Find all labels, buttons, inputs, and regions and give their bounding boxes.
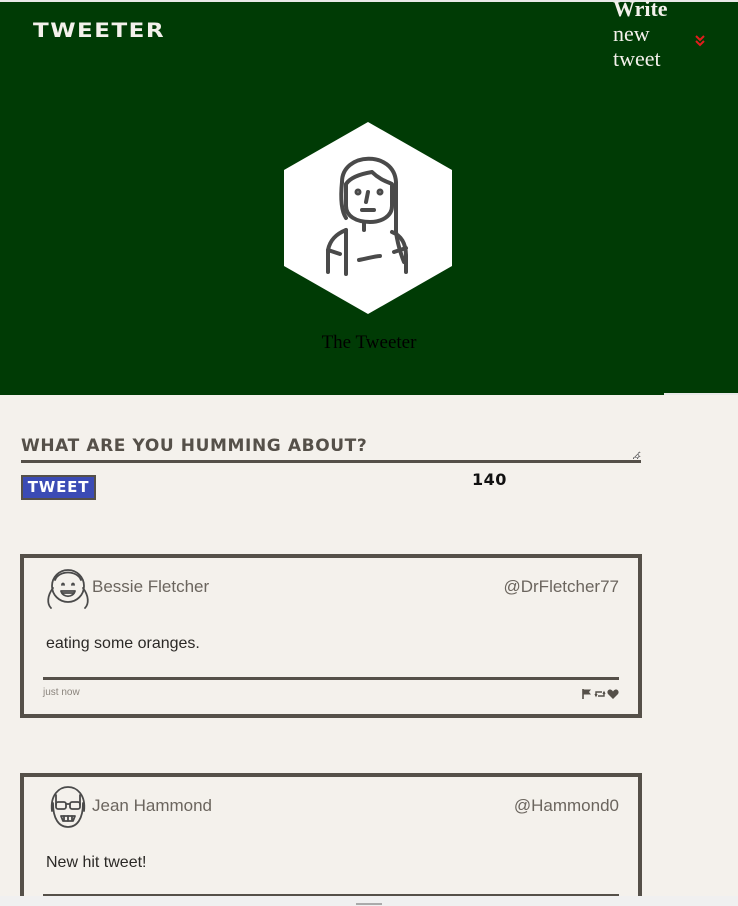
tweet-divider bbox=[43, 677, 619, 680]
header-corner-edge bbox=[664, 393, 738, 395]
retweet-icon[interactable] bbox=[594, 688, 606, 700]
tweet-author-handle: @Hammond0 bbox=[513, 796, 619, 815]
smiling-girl-avatar-icon bbox=[47, 569, 89, 609]
double-chevron-down-icon[interactable] bbox=[695, 34, 705, 48]
profile-name: The Tweeter bbox=[321, 332, 417, 353]
compose-toggle-line: Write bbox=[613, 0, 668, 21]
tweet-card: Jean Hammond @Hammond0 New hit tweet! bbox=[20, 773, 642, 906]
profile-header: Tweeter Write new tweet bbox=[0, 0, 738, 395]
scroll-handle[interactable] bbox=[356, 903, 382, 905]
tweet-content: eating some oranges. bbox=[46, 635, 200, 652]
compose-toggle-line: new bbox=[613, 21, 650, 46]
tweet-author-name: Jean Hammond bbox=[92, 796, 213, 815]
tweet-content: New hit tweet! bbox=[46, 854, 147, 871]
tweet-card: Bessie Fletcher @DrFletcher77 eating som… bbox=[20, 554, 642, 718]
heart-icon[interactable] bbox=[607, 688, 619, 700]
tweet-submit-button[interactable]: Tweet bbox=[21, 475, 96, 500]
tweet-author-handle: @DrFletcher77 bbox=[503, 577, 619, 596]
tweet-timestamp: just now bbox=[43, 687, 80, 698]
textarea-resize-grip[interactable] bbox=[633, 452, 639, 458]
flag-icon[interactable] bbox=[581, 688, 593, 700]
brand-logo[interactable]: Tweeter bbox=[33, 20, 165, 42]
tweet-actions bbox=[581, 688, 619, 700]
sunglasses-avatar-icon bbox=[50, 786, 86, 828]
compose-toggle-line: tweet bbox=[613, 46, 661, 71]
profile-avatar bbox=[284, 122, 452, 314]
character-counter: 140 bbox=[472, 470, 507, 489]
write-new-tweet-toggle[interactable]: Write new tweet bbox=[613, 0, 708, 71]
new-tweet-composer: Tweet 140 bbox=[21, 436, 641, 500]
tweet-text-input[interactable] bbox=[21, 436, 641, 463]
tweet-author-name: Bessie Fletcher bbox=[92, 577, 210, 596]
